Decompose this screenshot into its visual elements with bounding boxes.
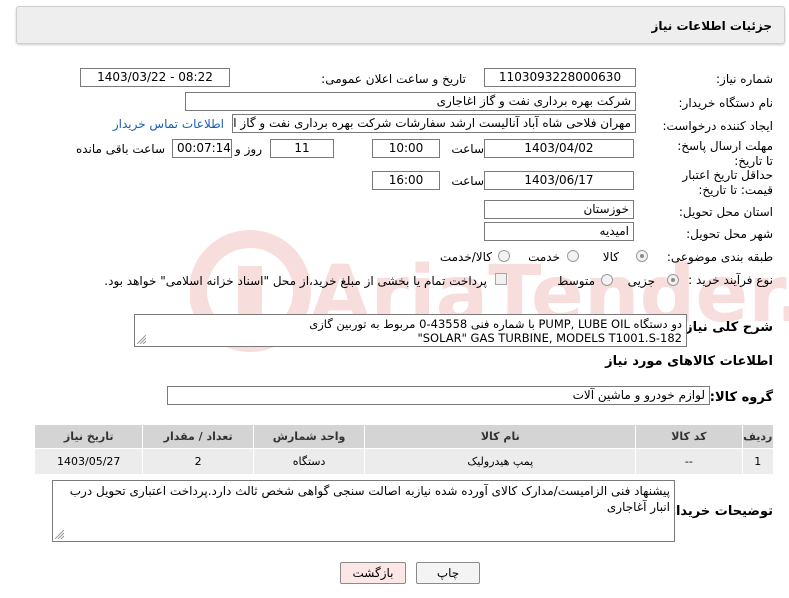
price-validity-label: حداقل تاریخ اعتبار قیمت: تا تاریخ: bbox=[682, 168, 773, 197]
requester-label: ایجاد کننده درخواست: bbox=[662, 119, 773, 133]
province-label: استان محل تحویل: bbox=[678, 205, 773, 219]
col-header-name: نام کالا bbox=[364, 424, 637, 449]
category-radio-service[interactable] bbox=[567, 250, 579, 262]
reply-deadline-label: مهلت ارسال پاسخ: تا تاریخ: bbox=[677, 139, 773, 168]
purchase-type-label: نوع فرآیند خرید : bbox=[688, 273, 773, 287]
resize-grip-icon[interactable] bbox=[137, 335, 146, 344]
reply-deadline-date: 1403/04/02 bbox=[484, 139, 634, 158]
description-line-2: SOLAR" GAS TURBINE, MODELS T1001.S-182" bbox=[417, 331, 682, 345]
print-button[interactable]: چاپ bbox=[416, 562, 480, 584]
items-table: ردیف کد کالا نام کالا واحد شمارش تعداد /… bbox=[33, 424, 775, 475]
goods-section-title: اطلاعات کالاهای مورد نیاز bbox=[605, 354, 773, 369]
category-option-service: خدمت bbox=[528, 250, 560, 264]
col-header-date: تاریخ نیاز bbox=[33, 424, 144, 449]
category-radio-goods[interactable] bbox=[636, 250, 648, 262]
reply-time-label: ساعت bbox=[451, 142, 484, 156]
treasury-checkbox[interactable] bbox=[495, 273, 507, 285]
description-textarea[interactable]: دو دستگاه PUMP, LUBE OIL با شماره فنی 43… bbox=[134, 314, 687, 347]
description-line-1: دو دستگاه PUMP, LUBE OIL با شماره فنی 43… bbox=[309, 317, 682, 331]
city-label: شهر محل تحویل: bbox=[686, 227, 773, 241]
cell-qty: 2 bbox=[142, 448, 254, 475]
cell-code: -- bbox=[635, 448, 743, 475]
remaining-time-field: 00:07:14 bbox=[172, 139, 232, 158]
page-title: جزئیات اطلاعات نیاز bbox=[651, 19, 772, 33]
category-label: طبقه بندی موضوعی: bbox=[666, 250, 773, 264]
header-panel: جزئیات اطلاعات نیاز bbox=[16, 6, 785, 44]
buyer-notes-label: توضیحات خریدار: bbox=[663, 504, 773, 519]
buyer-org-label: نام دستگاه خریدار: bbox=[678, 96, 774, 110]
announce-datetime-label: تاریخ و ساعت اعلان عمومی: bbox=[321, 72, 466, 86]
need-number-label: شماره نیاز: bbox=[716, 72, 773, 86]
col-header-index: ردیف bbox=[741, 424, 775, 449]
cell-unit: دستگاه bbox=[252, 448, 366, 475]
resize-grip-icon[interactable] bbox=[55, 530, 64, 539]
days-label: روز و bbox=[235, 142, 262, 156]
reply-days-field: 11 bbox=[270, 139, 334, 158]
category-radio-both[interactable] bbox=[498, 250, 510, 262]
remaining-label: ساعت باقی مانده bbox=[75, 142, 165, 156]
purchase-option-medium: متوسط bbox=[557, 274, 595, 288]
city-field: امیدیه bbox=[484, 222, 634, 241]
buyer-contact-link[interactable]: اطلاعات تماس خریدار bbox=[113, 117, 224, 131]
buyer-notes-textarea[interactable]: پیشنهاد فنی الزامیست/مدارک کالای آورده ش… bbox=[52, 480, 675, 542]
cell-date: 1403/05/27 bbox=[33, 448, 144, 475]
purchase-option-minor: جزیی bbox=[627, 274, 655, 288]
table-header-row: ردیف کد کالا نام کالا واحد شمارش تعداد /… bbox=[33, 424, 775, 449]
col-header-qty: تعداد / مقدار bbox=[142, 424, 254, 449]
cell-index: 1 bbox=[741, 448, 775, 475]
reply-deadline-time: 10:00 bbox=[372, 139, 440, 158]
province-field: خوزستان bbox=[484, 200, 634, 219]
category-option-both: کالا/خدمت bbox=[439, 250, 492, 264]
price-validity-date: 1403/06/17 bbox=[484, 171, 634, 190]
announce-datetime-field: 1403/03/22 - 08:22 bbox=[80, 68, 230, 87]
purchase-radio-minor[interactable] bbox=[667, 274, 679, 286]
back-button[interactable]: بازگشت bbox=[340, 562, 406, 584]
treasury-note: پرداخت تمام یا بخشی از مبلغ خرید،از محل … bbox=[104, 274, 487, 288]
price-validity-time: 16:00 bbox=[372, 171, 440, 190]
purchase-radio-medium[interactable] bbox=[601, 274, 613, 286]
category-option-goods: کالا bbox=[602, 250, 619, 264]
cell-name: پمپ هیدرولیک bbox=[364, 448, 637, 475]
requester-field: مهران فلاحی شاه آباد آنالیست ارشد سفارشا… bbox=[232, 114, 636, 133]
col-header-unit: واحد شمارش bbox=[252, 424, 366, 449]
table-row[interactable]: 1 -- پمپ هیدرولیک دستگاه 2 1403/05/27 bbox=[33, 448, 775, 475]
buyer-org-field: شرکت بهره برداری نفت و گاز اغاجاری bbox=[185, 92, 636, 111]
price-time-label: ساعت bbox=[451, 174, 484, 188]
goods-group-field: لوازم خودرو و ماشین آلات bbox=[167, 386, 710, 405]
col-header-code: کد کالا bbox=[635, 424, 743, 449]
goods-group-label: گروه کالا: bbox=[709, 390, 773, 405]
description-label: شرح کلی نیاز: bbox=[679, 320, 773, 335]
buyer-notes-text: پیشنهاد فنی الزامیست/مدارک کالای آورده ش… bbox=[69, 484, 670, 514]
need-number-field: 1103093228000630 bbox=[484, 68, 636, 87]
